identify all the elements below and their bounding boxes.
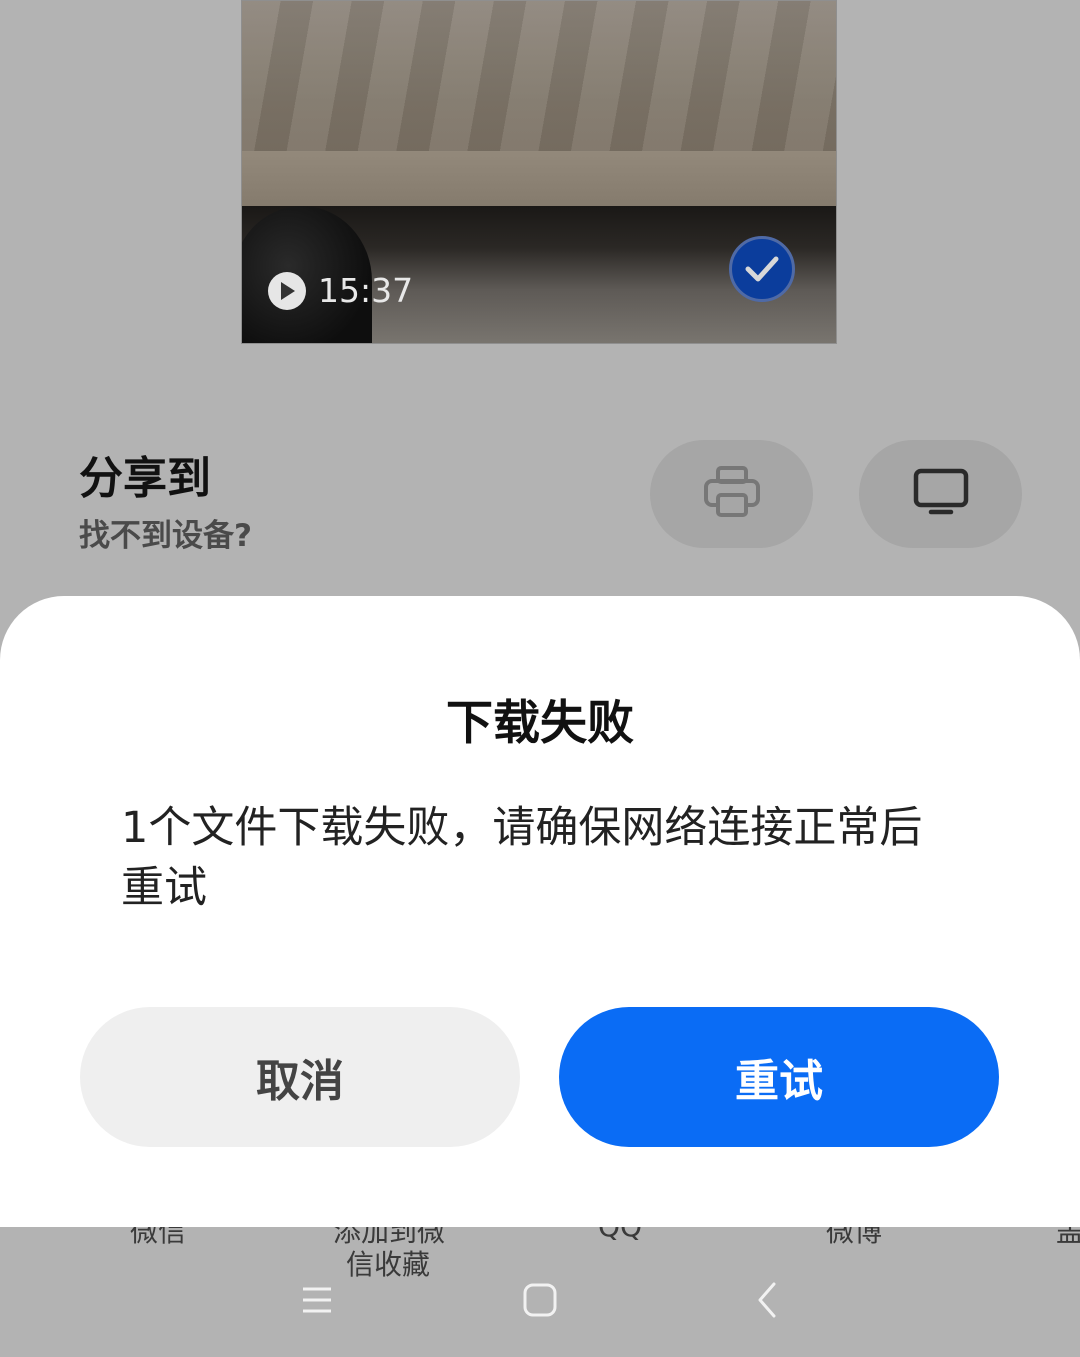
selected-check-icon[interactable]	[729, 236, 795, 302]
find-device-link[interactable]: 找不到设备?	[79, 510, 252, 555]
cancel-button[interactable]: 取消	[80, 1007, 520, 1147]
menu-icon[interactable]	[287, 1270, 347, 1330]
retry-button[interactable]: 重试	[559, 1007, 999, 1147]
share-title: 分享到	[79, 453, 211, 504]
video-thumbnail[interactable]: 15:37	[241, 0, 837, 344]
printer-button[interactable]	[650, 440, 813, 548]
system-nav-bar	[0, 1250, 1080, 1357]
tv-icon	[913, 468, 969, 520]
duration-text: 15:37	[318, 271, 414, 310]
play-icon	[268, 271, 306, 310]
home-icon[interactable]	[510, 1270, 570, 1330]
thumbnail-bed-frame	[242, 151, 836, 206]
tv-button[interactable]	[859, 440, 1022, 548]
dialog-title: 下载失败	[446, 696, 634, 751]
thumbnail-image-region	[242, 1, 836, 151]
download-failed-dialog: 下载失败 1个文件下载失败，请确保网络连接正常后重试 取消 重试	[0, 596, 1080, 1227]
printer-icon	[702, 465, 762, 523]
back-icon[interactable]	[737, 1270, 797, 1330]
dialog-message: 1个文件下载失败，请确保网络连接正常后重试	[121, 803, 923, 913]
video-duration: 15:37	[268, 271, 413, 310]
